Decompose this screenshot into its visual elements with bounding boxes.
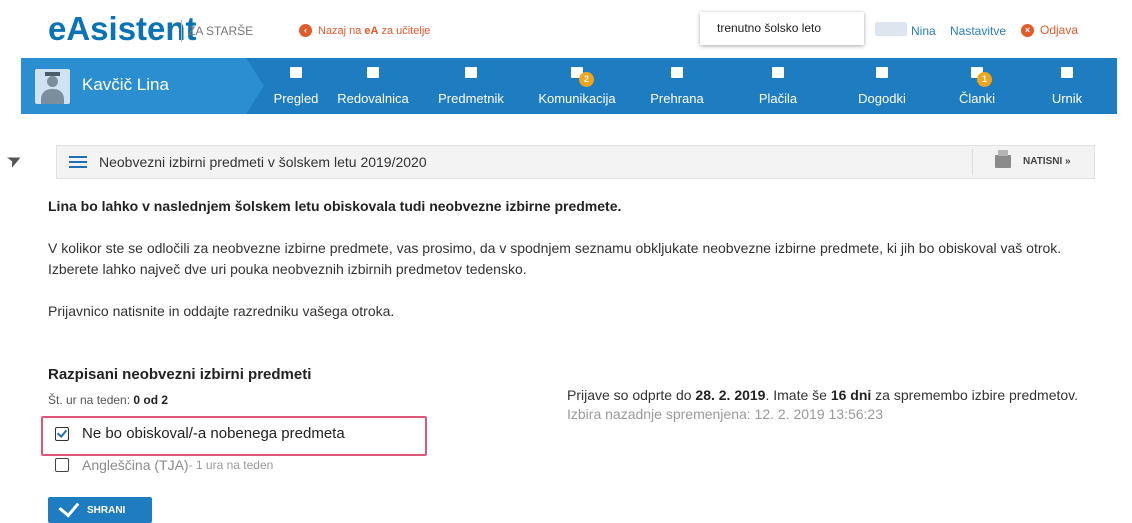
close-circle-icon: × (1021, 23, 1034, 37)
option-none-label: Ne bo obiskoval/-a nobenega predmeta (82, 425, 345, 442)
weekly-hours: Št. ur na teden: 0 od 2 (48, 393, 168, 407)
list-icon (69, 156, 87, 168)
section-title-bar: Neobvezni izbirni predmeti v šolskem let… (56, 145, 1095, 179)
check-icon (58, 495, 80, 518)
calendar-icon (1061, 67, 1073, 78)
deadline-suffix: za spremembo izbire predmetov. (871, 387, 1079, 403)
option-none[interactable]: Ne bo obiskoval/-a nobenega predmeta (55, 425, 345, 442)
back-link-bold: eA (364, 24, 379, 37)
nav-item-placila[interactable]: Plačila (739, 58, 817, 114)
food-icon (671, 67, 683, 78)
logout-link[interactable]: × Odjava (1021, 23, 1078, 37)
book-icon (465, 67, 477, 78)
nav-item-predmetnik[interactable]: Predmetnik (425, 58, 517, 114)
nav-label: Komunikacija (538, 91, 616, 106)
nav-label: Pregled (273, 91, 319, 106)
nav-label: Plačila (758, 91, 798, 106)
back-to-teachers-link[interactable]: ‹ Nazaj na eA za učitelje (299, 24, 430, 37)
school-year-selector[interactable]: trenutno šolsko leto (700, 12, 864, 45)
app-logo[interactable]: eAsistent (48, 10, 197, 48)
mouse-cursor-icon: ➤ (3, 147, 26, 173)
option-english[interactable]: Angleščina (TJA) - 1 ura na teden (55, 457, 273, 473)
notification-badge: 2 (579, 72, 594, 87)
subjects-section-title: Razpisani neobvezni izbirni predmeti (48, 366, 312, 383)
option-english-label: Angleščina (TJA) (82, 457, 189, 473)
nav-item-prehrana[interactable]: Prehrana (635, 58, 719, 114)
info-paragraph: V kolikor ste se odločili za neobvezne i… (48, 240, 1062, 277)
deadline-mid: . Imate še (765, 387, 831, 403)
avatar (35, 69, 70, 104)
nav-label: Članki (958, 91, 996, 106)
blurred-name (875, 22, 907, 36)
student-arrow-shape (246, 58, 264, 114)
back-link-prefix: Nazaj na (318, 24, 362, 37)
logo-divider (181, 20, 182, 42)
student-selector[interactable]: Kavčič Lina (21, 58, 246, 114)
print-divider (972, 149, 973, 175)
student-name: Kavčič Lina (82, 75, 169, 94)
nav-item-dogodki[interactable]: Dogodki (841, 58, 923, 114)
nav-label: Urnik (1051, 91, 1083, 106)
nav-item-urnik[interactable]: Urnik (1031, 58, 1103, 114)
gradebook-icon (367, 67, 379, 78)
notification-badge: 1 (977, 72, 992, 87)
back-link-suffix: za učitelje (381, 24, 431, 37)
settings-link[interactable]: Nastavitve (950, 24, 1006, 38)
info-heading: Lina bo lahko v naslednjem šolskem letu … (48, 198, 622, 214)
save-label: SHRANI (87, 504, 126, 516)
nav-label: Redovalnica (337, 91, 409, 106)
events-icon (876, 67, 888, 78)
weekly-hours-label: Št. ur na teden: (48, 393, 134, 407)
cube-icon (290, 67, 302, 78)
nav-item-komunikacija[interactable]: 2 Komunikacija (527, 58, 627, 114)
nav-label: Predmetnik (438, 91, 504, 106)
printer-icon[interactable] (995, 150, 1011, 168)
deadline-info: Prijave so odprte do 28. 2. 2019. Imate … (567, 386, 1097, 424)
top-bar: eAsistent ZA STARŠE ‹ Nazaj na eA za uči… (0, 0, 1132, 58)
checkbox-checked[interactable] (55, 426, 69, 441)
print-button[interactable]: NATISNI » (1023, 156, 1071, 167)
nav-item-pregled[interactable]: Pregled (269, 58, 323, 114)
info-paragraph-2: Prijavnico natisnite in oddajte razredni… (48, 303, 395, 319)
user-name-link[interactable]: Nina (911, 24, 936, 38)
main-nav: Kavčič Lina Pregled Redovalnica Predmetn… (21, 58, 1117, 114)
weekly-hours-value: 0 od 2 (133, 393, 169, 407)
deadline-days: 16 dni (830, 387, 872, 403)
page-title: Neobvezni izbirni predmeti v šolskem let… (99, 154, 427, 170)
last-changed: Izbira nazadnje spremenjena: 12. 2. 2019… (567, 406, 884, 422)
nav-label: Prehrana (650, 91, 704, 106)
nav-item-redovalnica[interactable]: Redovalnica (327, 58, 419, 114)
deadline-date: 28. 2. 2019 (695, 387, 766, 403)
logout-label: Odjava (1040, 23, 1079, 37)
checkbox-unchecked[interactable] (55, 458, 69, 472)
wallet-icon (772, 67, 784, 78)
option-english-hours: - 1 ura na teden (188, 458, 274, 472)
deadline-prefix: Prijave so odprte do (567, 387, 696, 403)
nav-label: Dogodki (858, 91, 906, 106)
nav-item-clanki[interactable]: 1 Članki (935, 58, 1019, 114)
logo-subtitle: ZA STARŠE (188, 24, 254, 38)
save-button[interactable]: SHRANI (48, 495, 152, 523)
arrow-left-icon: ‹ (299, 24, 312, 37)
